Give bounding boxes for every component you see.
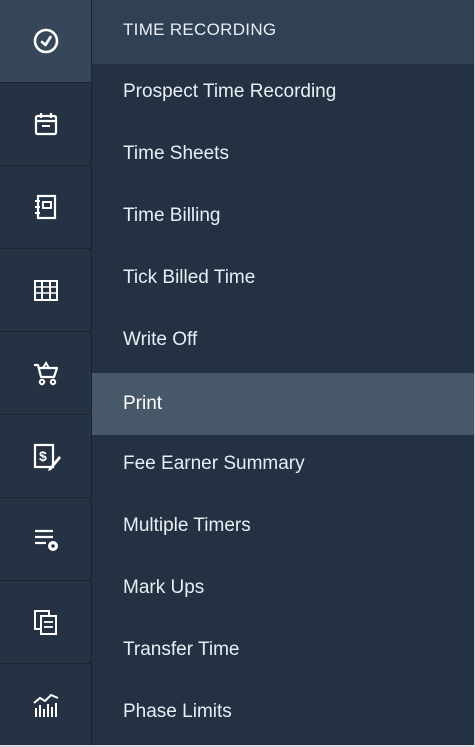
rail-item-documents[interactable] <box>0 581 92 664</box>
rail-item-reports[interactable] <box>0 664 92 747</box>
rail-item-cart[interactable] <box>0 332 92 415</box>
menu-item-time-sheets[interactable]: Time Sheets <box>92 123 474 185</box>
menu-header: TIME RECORDING <box>92 0 474 64</box>
bar-chart-trend-icon <box>33 693 59 717</box>
menu-item-transfer-time[interactable]: Transfer Time <box>92 619 474 681</box>
calendar-icon <box>34 113 58 136</box>
menu-item-time-billing[interactable]: Time Billing <box>92 185 474 247</box>
notebook-icon <box>35 194 57 220</box>
invoice-pen-icon: $ <box>33 443 61 471</box>
rail-item-notebook[interactable] <box>0 166 92 249</box>
rail-item-billing[interactable]: $ <box>0 415 92 498</box>
menu-item-mark-ups[interactable]: Mark Ups <box>92 557 474 619</box>
rail-item-ledger[interactable] <box>0 249 92 332</box>
svg-text:$: $ <box>39 448 47 464</box>
rail-item-time-recording[interactable] <box>0 0 92 83</box>
list-settings-icon <box>35 529 58 551</box>
clock-icon <box>33 28 59 54</box>
menu-item-print[interactable]: Print <box>92 373 474 435</box>
shopping-cart-icon <box>34 361 59 386</box>
time-recording-menu: TIME RECORDING Prospect Time Recording T… <box>92 0 474 747</box>
copy-documents-icon <box>34 610 57 635</box>
menu-item-prospect-time-recording[interactable]: Prospect Time Recording <box>92 61 474 123</box>
menu-item-fee-earner-summary[interactable]: Fee Earner Summary <box>92 433 474 495</box>
menu-item-write-off[interactable]: Write Off <box>92 309 474 371</box>
ledger-icon <box>34 280 58 301</box>
menu-item-tick-billed-time[interactable]: Tick Billed Time <box>92 247 474 309</box>
menu-item-phase-limits[interactable]: Phase Limits <box>92 681 474 743</box>
rail-item-calendar[interactable] <box>0 83 92 166</box>
icon-rail: $ <box>0 0 92 747</box>
menu-item-multiple-timers[interactable]: Multiple Timers <box>92 495 474 557</box>
rail-item-settings-list[interactable] <box>0 498 92 581</box>
